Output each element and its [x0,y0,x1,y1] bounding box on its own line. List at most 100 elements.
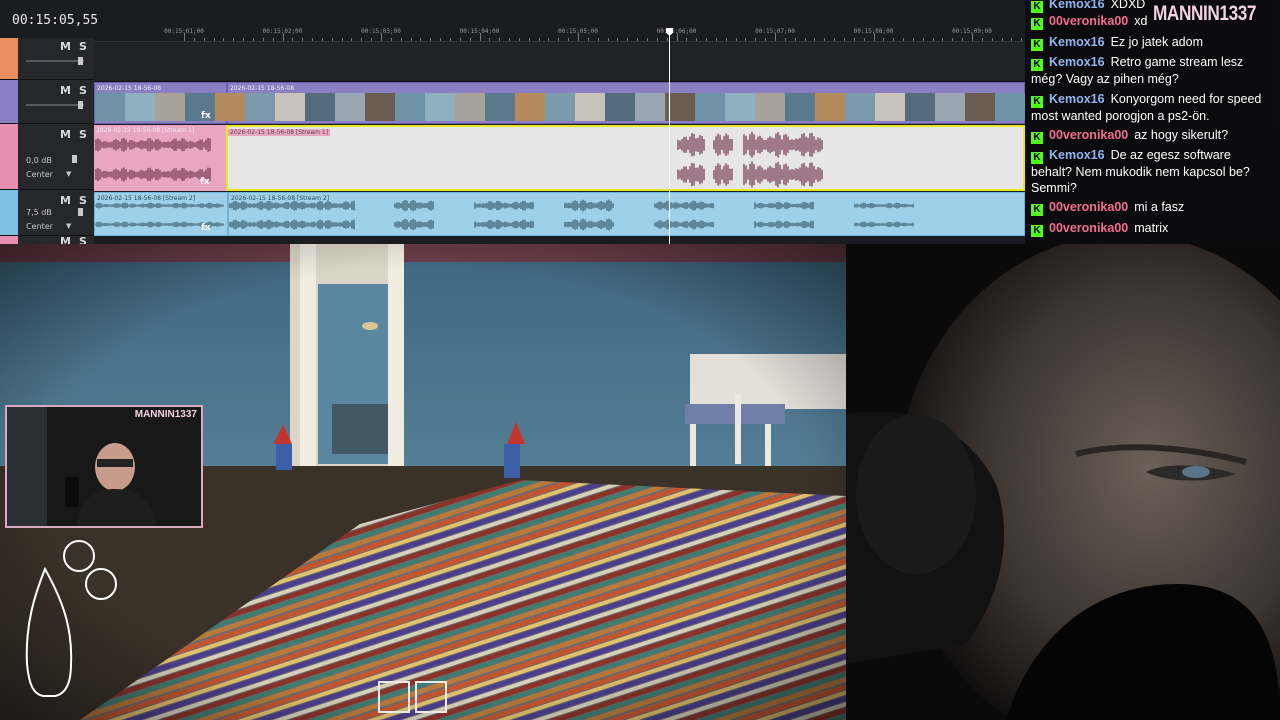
kick-badge-icon: K [1031,1,1043,13]
fx-icon[interactable]: fx [201,111,211,121]
ruler-label: 00:15:09;00 [952,28,992,35]
video-track-lane[interactable]: 2026-02-15 18-56-08 2026-02-15 18-56-08 … [94,82,1025,124]
chat-message: K Kemox16 Ez jo jatek adom [1031,34,1274,51]
ruler-label: 00:15:03;00 [361,28,401,35]
chat-username[interactable]: Kemox16 [1049,92,1105,106]
timeline-ruler[interactable]: 00:15:01;00 00:15:02;00 00:15:03;00 00:15:0… [94,24,1025,42]
ruler-minor-tick [1021,38,1023,41]
track-lane-1[interactable] [94,42,1025,82]
ruler-minor-tick [499,38,501,41]
chat-text: mi a fasz [1134,200,1185,214]
ruler-minor-tick [252,38,254,41]
ruler-minor-tick [272,38,274,41]
chat-text: xd [1134,14,1148,28]
chat-username[interactable]: Kemox16 [1049,0,1105,11]
chat-message: K Kemox16 Retro game stream lesz még? Vagy… [1031,54,1274,87]
chat-username[interactable]: Kemox16 [1049,35,1105,49]
volume-knob[interactable] [78,208,83,216]
ruler-minor-tick [420,38,422,41]
track-header-2[interactable]: MS [0,80,94,124]
stream-screen: 00:15:05,55 00:15:01;00 00:15:02;00 00:15:… [0,0,1280,720]
audio-track-2-lane[interactable]: 2026-02-15 18-56-08 [Stream 2] 2026-02-1… [94,192,1025,236]
pan-dropdown-icon[interactable]: ▼ [66,170,71,178]
kick-badge-icon: K [1031,18,1043,30]
ruler-label: 00:15:06;00 [656,28,697,35]
ruler-minor-tick [715,38,717,41]
mute-solo-buttons[interactable]: MS [60,194,95,207]
ruler-minor-tick [637,38,639,41]
track-color-strip [0,124,18,189]
track-header-4[interactable]: MS 7,5 dB Center ▼ [0,190,94,236]
ruler-minor-tick [312,38,314,41]
ruler-minor-tick [962,38,964,41]
timecode-display: 00:15:05,55 [0,6,98,36]
track-color-strip [0,190,18,235]
ruler-minor-tick [607,38,609,41]
video-thumbnail [395,93,425,121]
slider-knob[interactable] [78,57,83,65]
ruler-minor-tick [213,38,215,41]
track-header-3[interactable]: MS 0,0 dB Center ▼ [0,124,94,190]
audio-waveform-2 [95,199,914,231]
mute-solo-buttons[interactable]: MS [60,40,95,53]
ruler-minor-tick [824,38,826,41]
chat-message: K 00veronika00 mi a fasz [1031,199,1274,216]
fx-icon[interactable]: fx [201,223,211,233]
ruler-minor-tick [321,38,323,41]
track-header-1[interactable]: MS [0,38,94,80]
ruler-minor-tick [558,38,560,41]
ruler-minor-tick [233,38,235,41]
ruler-minor-tick [932,38,934,41]
video-thumbnail [215,93,245,121]
ruler-minor-tick [223,38,225,41]
ruler-minor-tick [351,38,353,41]
ruler-minor-tick [262,38,264,41]
ruler-minor-tick [518,38,520,41]
fx-icon[interactable]: fx [200,177,210,187]
video-thumbnail [695,93,725,121]
mute-solo-buttons[interactable]: MS [60,84,95,97]
audio-track-1-lane[interactable]: 2026-02-15 18-56-08 [Stream 1] 2026-02-1… [94,125,1025,191]
track-headers: MS MS MS 0,0 dB Center ▼ MS 7,5 dB Cente… [0,38,94,244]
ruler-minor-tick [981,38,983,41]
ruler-minor-tick [903,38,905,41]
video-thumbnail [245,93,275,121]
chat-username[interactable]: 00veronika00 [1049,14,1128,28]
video-thumbnail [905,93,935,121]
pan-dropdown-icon[interactable]: ▼ [66,222,71,230]
chat-username[interactable]: 00veronika00 [1049,128,1128,142]
chat-username[interactable]: 00veronika00 [1049,200,1128,214]
volume-knob[interactable] [72,155,77,163]
ruler-minor-tick [863,38,865,41]
ruler-minor-tick [361,38,363,41]
mute-solo-buttons[interactable]: MS [60,128,95,141]
ruler-minor-tick [696,38,698,41]
volume-readout: 0,0 dB [26,156,52,165]
chat-username[interactable]: Kemox16 [1049,55,1105,69]
ruler-minor-tick [666,38,668,41]
ruler-minor-tick [725,38,727,41]
ruler-minor-tick [400,38,402,41]
level-slider[interactable] [26,104,84,106]
chat-username[interactable]: 00veronika00 [1049,221,1128,235]
chat-username[interactable]: Kemox16 [1049,148,1105,162]
ruler-minor-tick [469,38,471,41]
track-header-5[interactable]: MS [0,235,95,244]
ruler-minor-tick [765,38,767,41]
video-thumbnail [845,93,875,121]
ruler-minor-tick [509,38,511,41]
playhead[interactable] [669,28,670,244]
ruler-minor-tick [1011,38,1013,41]
mute-solo-buttons[interactable]: MS [60,235,95,244]
ruler-minor-tick [449,38,451,41]
video-editor-timeline: 00:15:05,55 00:15:01;00 00:15:02;00 00:15:… [0,0,1025,244]
kick-badge-icon: K [1031,152,1043,164]
slider-knob[interactable] [78,101,83,109]
webcam-pip: MANNIN1337 [5,405,203,528]
ruler-minor-tick [706,38,708,41]
ruler-minor-tick [755,38,757,41]
ruler-minor-tick [893,38,895,41]
video-thumbnail [95,93,125,121]
level-slider[interactable] [26,60,84,62]
chat-message: K Kemox16 De az egesz software behalt? Nem… [1031,147,1274,196]
